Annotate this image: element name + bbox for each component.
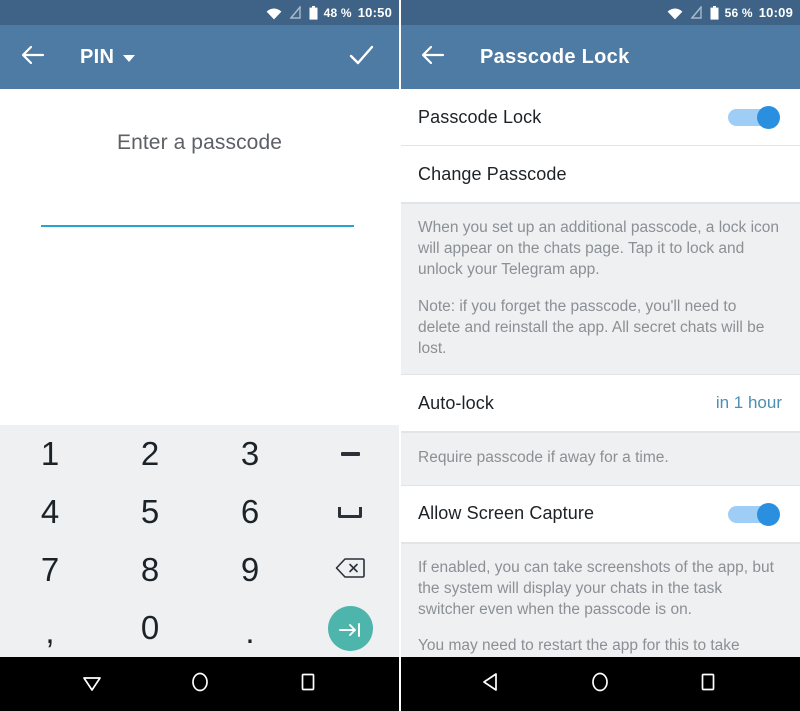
panel-pin-entry: 48 % 10:50 PIN Enter a passcode 1 2 3 4 … xyxy=(0,0,400,711)
passcode-description-paragraph-2: Note: if you forget the passcode, you'll… xyxy=(418,297,765,358)
settings-row-auto-lock[interactable]: Auto-lock in 1 hour xyxy=(400,375,800,433)
nav-home-button-left[interactable] xyxy=(177,661,223,707)
settings-row-label: Change Passcode xyxy=(418,163,567,184)
passcode-lock-toggle[interactable] xyxy=(728,106,780,129)
settings-list: Passcode Lock Change Passcode When you s… xyxy=(400,89,800,694)
arrow-left-icon xyxy=(20,42,46,73)
nav-recents-button-left[interactable] xyxy=(285,661,331,707)
key-period[interactable]: . xyxy=(200,599,300,657)
pin-type-selector[interactable]: PIN xyxy=(80,45,136,69)
key-0[interactable]: 0 xyxy=(100,599,200,657)
back-button-left[interactable] xyxy=(14,38,52,76)
no-sim-icon xyxy=(690,5,703,19)
circle-icon xyxy=(588,670,612,699)
settings-row-change-passcode[interactable]: Change Passcode xyxy=(400,146,800,203)
nav-bar-left xyxy=(0,657,399,711)
status-bar-right: 56 % 10:09 xyxy=(400,0,800,25)
square-icon xyxy=(696,670,720,699)
auto-lock-value[interactable]: in 1 hour xyxy=(716,393,782,413)
minus-icon xyxy=(340,452,360,456)
triangle-left-icon xyxy=(480,670,504,699)
triangle-down-icon xyxy=(80,670,104,699)
square-icon xyxy=(296,670,320,699)
passcode-hint: Enter a passcode xyxy=(116,131,283,154)
key-backspace[interactable] xyxy=(300,541,399,599)
key-dash[interactable] xyxy=(300,425,399,483)
auto-lock-description-block: Require passcode if away for a time. xyxy=(400,432,800,486)
passcode-entry-area: Enter a passcode xyxy=(0,89,399,424)
key-7[interactable]: 7 xyxy=(0,541,100,599)
clock-left: 10:50 xyxy=(357,5,392,20)
passcode-description-block: When you set up an additional passcode, … xyxy=(400,203,800,376)
key-3[interactable]: 3 xyxy=(200,425,300,483)
passcode-input-underline[interactable] xyxy=(41,225,354,227)
toolbar-title-left: PIN xyxy=(80,45,115,68)
nav-home-button-right[interactable] xyxy=(577,661,623,707)
toolbar-left: PIN xyxy=(0,25,399,89)
settings-row-allow-screen-capture[interactable]: Allow Screen Capture xyxy=(400,485,800,543)
nav-recents-button-right[interactable] xyxy=(685,661,731,707)
key-4[interactable]: 4 xyxy=(0,483,100,541)
nav-back-button-right[interactable] xyxy=(469,661,515,707)
key-6[interactable]: 6 xyxy=(200,483,300,541)
status-bar-left: 48 % 10:50 xyxy=(0,0,399,25)
auto-lock-description: Require passcode if away for a time. xyxy=(418,449,669,467)
panel-divider xyxy=(399,0,401,711)
key-8[interactable]: 8 xyxy=(100,541,200,599)
key-comma[interactable]: , xyxy=(0,599,100,657)
numeric-keypad: 1 2 3 4 5 6 7 8 9 , 0 . xyxy=(0,425,399,657)
key-1[interactable]: 1 xyxy=(0,425,100,483)
toggle-thumb xyxy=(757,502,780,526)
battery-icon xyxy=(309,5,318,20)
nav-bar-right xyxy=(400,657,800,711)
confirm-button[interactable] xyxy=(341,37,381,77)
settings-row-label: Auto-lock xyxy=(418,392,494,413)
no-sim-icon xyxy=(289,5,302,19)
check-icon xyxy=(347,41,375,74)
allow-screen-capture-toggle[interactable] xyxy=(728,502,780,526)
key-5[interactable]: 5 xyxy=(100,483,200,541)
nav-back-button-left[interactable] xyxy=(69,661,115,707)
enter-arrow-icon xyxy=(337,609,363,647)
screen-capture-description-paragraph-1: If enabled, you can take screenshots of … xyxy=(418,558,774,619)
status-bar-icons-left xyxy=(266,5,318,20)
key-9[interactable]: 9 xyxy=(200,541,300,599)
toggle-thumb xyxy=(757,106,780,129)
status-bar-icons-right xyxy=(667,5,719,20)
toolbar-title-wrap-right: Passcode Lock xyxy=(480,46,630,69)
key-space[interactable] xyxy=(300,483,399,541)
enter-button[interactable] xyxy=(327,605,373,651)
page-title: Passcode Lock xyxy=(480,45,630,68)
panel-passcode-lock-settings: 56 % 10:09 Passcode Lock Passcode Lock C… xyxy=(400,0,800,711)
clock-right: 10:09 xyxy=(758,5,793,20)
battery-icon xyxy=(710,5,719,20)
passcode-description-paragraph-1: When you set up an additional passcode, … xyxy=(418,219,780,279)
wifi-icon xyxy=(266,7,282,19)
space-bar-icon xyxy=(338,506,362,518)
circle-icon xyxy=(188,670,212,699)
toolbar-right: Passcode Lock xyxy=(400,25,800,89)
chevron-down-icon xyxy=(123,55,136,62)
battery-percent-left: 48 % xyxy=(323,5,352,20)
screenshot-root: 48 % 10:50 PIN Enter a passcode 1 2 3 4 … xyxy=(0,0,800,711)
settings-row-passcode-lock[interactable]: Passcode Lock xyxy=(400,89,800,146)
wifi-icon xyxy=(667,7,683,19)
settings-row-label: Passcode Lock xyxy=(418,106,542,127)
battery-percent-right: 56 % xyxy=(724,5,753,20)
arrow-left-icon xyxy=(420,42,446,73)
back-button-right[interactable] xyxy=(414,38,452,76)
settings-row-label: Allow Screen Capture xyxy=(418,503,595,524)
key-2[interactable]: 2 xyxy=(100,425,200,483)
backspace-icon xyxy=(335,555,365,586)
key-enter[interactable] xyxy=(300,599,399,657)
